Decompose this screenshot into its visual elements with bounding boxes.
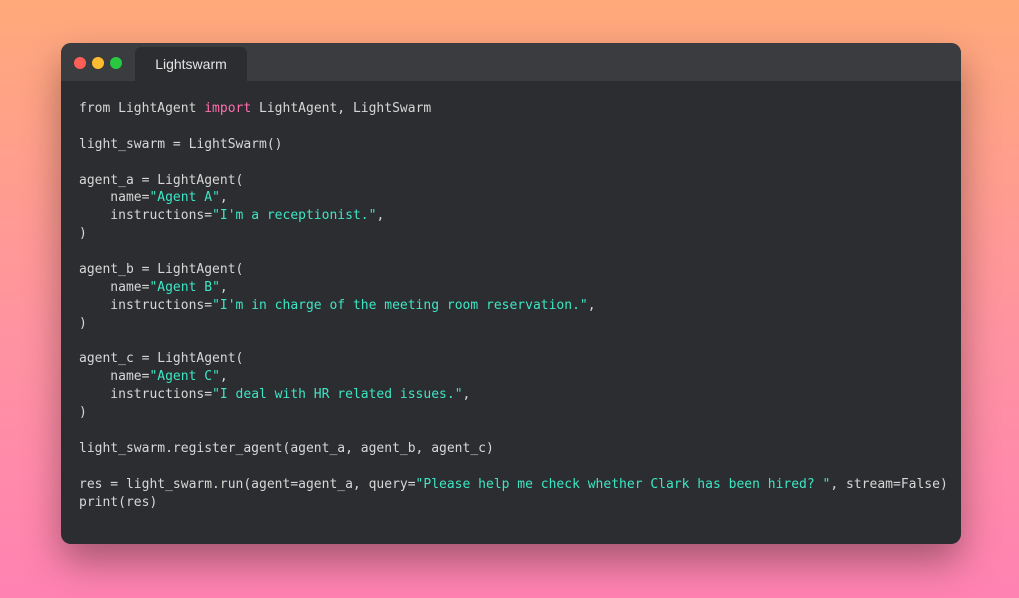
code-line: instructions="I deal with HR related iss… [79,386,948,404]
code-string: "Agent B" [149,279,220,295]
code-line: light_swarm.register_agent(agent_a, agen… [79,440,948,458]
code-text: ) [79,405,87,421]
code-text: , [219,369,228,385]
code-line: agent_a = LightAgent( [79,172,948,190]
code-line: instructions="I'm in charge of the meeti… [79,297,948,315]
code-block: from LightAgent import LightAgent, Light… [79,100,948,511]
code-text: light_swarm.register_agent(agent_a, agen… [79,440,494,456]
code-text: , [219,190,228,206]
code-text: ) [79,315,87,331]
code-text: , [376,208,385,224]
code-text: , [219,279,228,295]
code-string: "I deal with HR related issues." [212,387,463,403]
code-line: name="Agent C", [79,368,948,386]
code-text: from LightAgent [79,101,205,116]
code-line: ) [79,315,948,333]
code-text: print(res) [79,494,158,510]
code-text: instructions= [79,208,213,224]
code-text: , [462,387,471,403]
code-line: name="Agent A", [79,189,948,207]
code-line: res = light_swarm.run(agent=agent_a, que… [79,476,948,494]
code-line: agent_b = LightAgent( [79,261,948,279]
code-line: print(res) [79,494,948,512]
code-string: "Agent A" [149,190,220,206]
code-line: from LightAgent import LightAgent, Light… [79,100,948,118]
code-string: "Agent C" [149,369,220,385]
code-line: ) [79,225,948,243]
code-text: agent_c = LightAgent( [79,351,244,367]
code-text: agent_b = LightAgent( [79,262,244,278]
maximize-button[interactable] [110,57,122,69]
code-line: light_swarm = LightSwarm() [79,136,948,154]
code-window: Lightswarm from LightAgent import LightA… [61,43,961,544]
code-text: agent_a = LightAgent( [79,172,244,188]
code-text: instructions= [79,387,213,403]
close-button[interactable] [74,57,86,69]
code-text: , [587,297,596,313]
code-string: "Please help me check whether Clark has … [415,476,831,492]
code-text: name= [79,279,150,295]
code-text: , stream=False) [830,476,948,492]
code-text: light_swarm = LightSwarm() [79,136,283,152]
code-text: name= [79,369,150,385]
code-text: name= [79,190,150,206]
code-line: name="Agent B", [79,279,948,297]
code-text: LightAgent, LightSwarm [251,101,432,116]
title-bar: Lightswarm [61,43,961,81]
code-text: instructions= [79,297,213,313]
minimize-button[interactable] [92,57,104,69]
code-keyword: import [204,101,252,116]
tab-lightswarm[interactable]: Lightswarm [135,47,247,81]
code-text: ) [79,226,87,242]
code-string: "I'm a receptionist." [212,208,377,224]
code-text: res = light_swarm.run(agent=agent_a, que… [79,476,416,492]
code-string: "I'm in charge of the meeting room reser… [212,297,588,313]
code-line: agent_c = LightAgent( [79,350,948,368]
code-line: ) [79,404,948,422]
code-line: instructions="I'm a receptionist.", [79,207,948,225]
